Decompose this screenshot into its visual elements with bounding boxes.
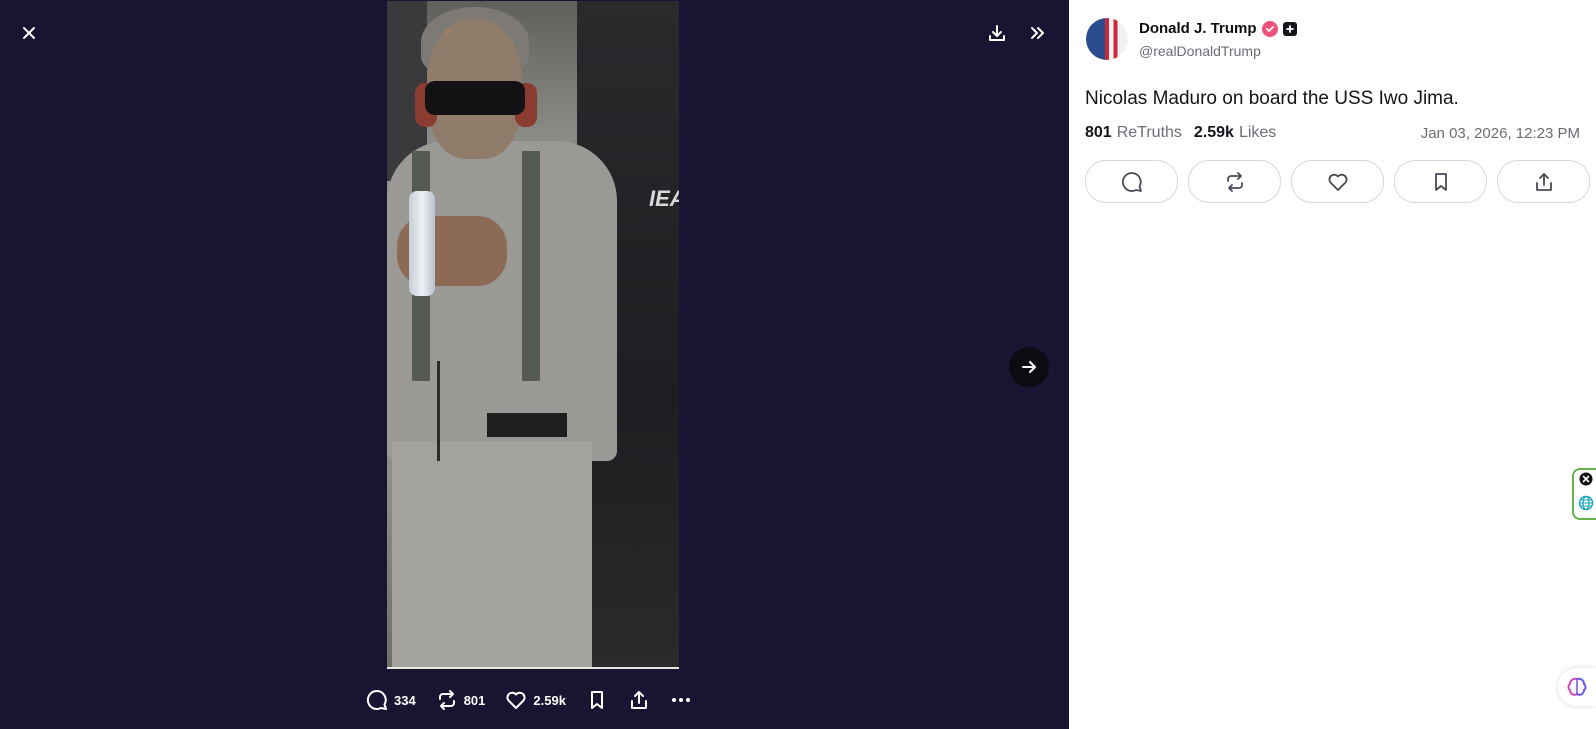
verified-badge-icon — [1261, 20, 1278, 37]
photo-goggles — [425, 81, 525, 115]
bookmark-button[interactable] — [586, 689, 608, 711]
post-stats: 801 ReTruths 2.59k Likes — [1085, 124, 1288, 142]
retruths-label: ReTruths — [1116, 124, 1182, 141]
heart-icon — [1328, 173, 1347, 191]
globe-icon — [1578, 495, 1594, 511]
download-button[interactable] — [982, 18, 1012, 48]
media-action-bar: 334 801 2.59k — [366, 688, 712, 712]
post-actions — [1085, 160, 1596, 203]
chevrons-right-icon — [1031, 27, 1044, 39]
likes-label: Likes — [1238, 124, 1277, 141]
bookmark-icon — [1434, 172, 1447, 191]
more-options-button[interactable] — [670, 689, 692, 711]
repost-icon — [438, 690, 455, 710]
share-icon — [630, 691, 647, 709]
post-text: Nicolas Maduro on board the USS Iwo Jima… — [1085, 88, 1459, 109]
post-detail-panel: Donald J. Trump @realDonaldTrump Nicolas… — [1069, 0, 1596, 729]
arrow-right-icon — [1022, 361, 1036, 373]
likes-count: 2.59k — [1193, 124, 1234, 141]
collapse-panel-button[interactable] — [1022, 18, 1052, 48]
reply-button[interactable]: 334 — [366, 689, 416, 711]
retruth-button[interactable]: 801 — [436, 689, 486, 711]
share-button[interactable] — [1497, 160, 1590, 203]
photo-belt — [487, 413, 567, 437]
comment-icon — [366, 689, 387, 710]
photo-jacket-lettering: IEA — [649, 186, 679, 211]
brain-icon — [1567, 677, 1587, 696]
extension-widget — [1572, 468, 1596, 520]
like-count: 2.59k — [533, 692, 566, 708]
share-button[interactable] — [628, 689, 650, 711]
repost-icon — [1226, 171, 1243, 192]
retruths-count: 801 — [1085, 124, 1112, 141]
likes-stat[interactable]: 2.59k Likes — [1194, 124, 1276, 142]
close-circle-icon — [1579, 472, 1593, 486]
plus-badge-icon — [1282, 21, 1297, 36]
bookmark-icon — [590, 691, 603, 709]
author-handle[interactable]: @realDonaldTrump — [1139, 43, 1261, 59]
photo-zipper — [437, 361, 440, 461]
author-row: Donald J. Trump — [1139, 20, 1297, 37]
reply-button[interactable] — [1085, 160, 1178, 203]
author-name[interactable]: Donald J. Trump — [1139, 20, 1257, 37]
avatar[interactable] — [1086, 18, 1128, 60]
retruth-button[interactable] — [1188, 160, 1281, 203]
close-button[interactable] — [14, 18, 44, 48]
photo-water-bottle — [409, 191, 435, 296]
post-timestamp: Jan 03, 2026, 12:23 PM — [1420, 125, 1580, 142]
retruth-count: 801 — [463, 692, 486, 708]
photo-pants — [392, 441, 592, 667]
post-image[interactable]: IEA — [387, 1, 679, 669]
more-icon — [671, 698, 690, 702]
comment-icon — [1121, 171, 1142, 192]
download-icon — [989, 25, 1005, 41]
like-button[interactable]: 2.59k — [505, 689, 566, 711]
assistant-button[interactable] — [1558, 668, 1596, 706]
extension-translate-button[interactable] — [1578, 495, 1594, 516]
bookmark-button[interactable] — [1394, 160, 1487, 203]
share-icon — [1535, 172, 1552, 191]
retruths-stat[interactable]: 801 ReTruths — [1085, 124, 1182, 142]
heart-icon — [506, 691, 526, 709]
reply-count: 334 — [394, 692, 416, 708]
like-button[interactable] — [1291, 160, 1384, 203]
media-viewer: IEA 334 801 2.59k — [0, 0, 1069, 729]
next-image-button[interactable] — [1009, 347, 1049, 387]
photo-strap — [522, 151, 540, 381]
extension-close-button[interactable] — [1579, 472, 1593, 491]
close-icon — [23, 27, 35, 39]
